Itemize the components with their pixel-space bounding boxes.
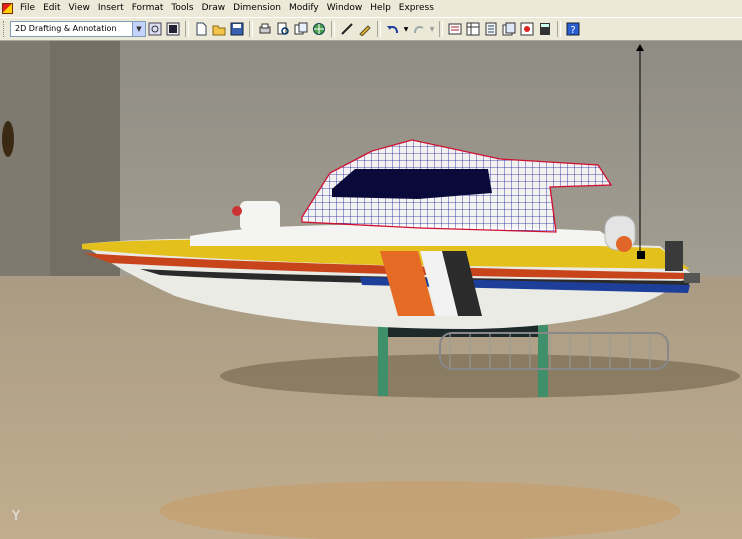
publish-icon[interactable] xyxy=(293,21,309,37)
workspace-settings-icon[interactable] xyxy=(147,21,163,37)
menu-help[interactable]: Help xyxy=(366,0,395,17)
menu-bar: File Edit View Insert Format Tools Draw … xyxy=(0,0,742,17)
tool-palettes-icon[interactable] xyxy=(483,21,499,37)
drawing-canvas[interactable]: Y xyxy=(0,41,742,539)
new-file-icon[interactable] xyxy=(193,21,209,37)
plot-icon[interactable] xyxy=(257,21,273,37)
properties-icon[interactable] xyxy=(447,21,463,37)
menu-format[interactable]: Format xyxy=(128,0,168,17)
menu-file[interactable]: File xyxy=(16,0,39,17)
menu-edit[interactable]: Edit xyxy=(39,0,64,17)
3d-dwf-icon[interactable] xyxy=(311,21,327,37)
menu-express[interactable]: Express xyxy=(395,0,438,17)
toolbar-separator xyxy=(439,21,443,37)
toolbar-separator xyxy=(249,21,253,37)
chevron-down-icon[interactable]: ▼ xyxy=(403,21,409,37)
svg-text:?: ? xyxy=(570,25,575,36)
menu-window[interactable]: Window xyxy=(323,0,367,17)
workspace-dropdown[interactable]: 2D Drafting & Annotation ▼ xyxy=(10,21,146,37)
menu-tools[interactable]: Tools xyxy=(167,0,197,17)
standard-toolbar: 2D Drafting & Annotation ▼ ▼ ▼ ? xyxy=(0,17,742,41)
design-center-icon[interactable] xyxy=(465,21,481,37)
boat-photo-underlay xyxy=(0,41,742,539)
markup-icon[interactable] xyxy=(519,21,535,37)
redo-icon[interactable] xyxy=(411,21,427,37)
toolbar-separator xyxy=(557,21,561,37)
menu-insert[interactable]: Insert xyxy=(94,0,128,17)
calculator-icon[interactable] xyxy=(537,21,553,37)
menu-dimension[interactable]: Dimension xyxy=(229,0,285,17)
chevron-down-icon[interactable]: ▼ xyxy=(429,21,435,37)
menu-draw[interactable]: Draw xyxy=(198,0,230,17)
workspace-value: 2D Drafting & Annotation xyxy=(15,24,117,33)
workspace-toolbar-icon[interactable] xyxy=(165,21,181,37)
match-properties-icon[interactable] xyxy=(357,21,373,37)
menu-modify[interactable]: Modify xyxy=(285,0,323,17)
toolbar-grip[interactable] xyxy=(3,21,7,37)
open-file-icon[interactable] xyxy=(211,21,227,37)
save-icon[interactable] xyxy=(229,21,245,37)
plot-preview-icon[interactable] xyxy=(275,21,291,37)
ucs-y-axis-label: Y xyxy=(12,509,20,524)
toolbar-separator xyxy=(377,21,381,37)
undo-icon[interactable] xyxy=(385,21,401,37)
toolbar-separator xyxy=(331,21,335,37)
menu-view[interactable]: View xyxy=(65,0,94,17)
help-icon[interactable]: ? xyxy=(565,21,581,37)
toolbar-separator xyxy=(185,21,189,37)
sheet-set-icon[interactable] xyxy=(501,21,517,37)
cut-icon[interactable] xyxy=(339,21,355,37)
autocad-app-icon[interactable] xyxy=(2,3,13,14)
chevron-down-icon[interactable]: ▼ xyxy=(132,22,145,36)
